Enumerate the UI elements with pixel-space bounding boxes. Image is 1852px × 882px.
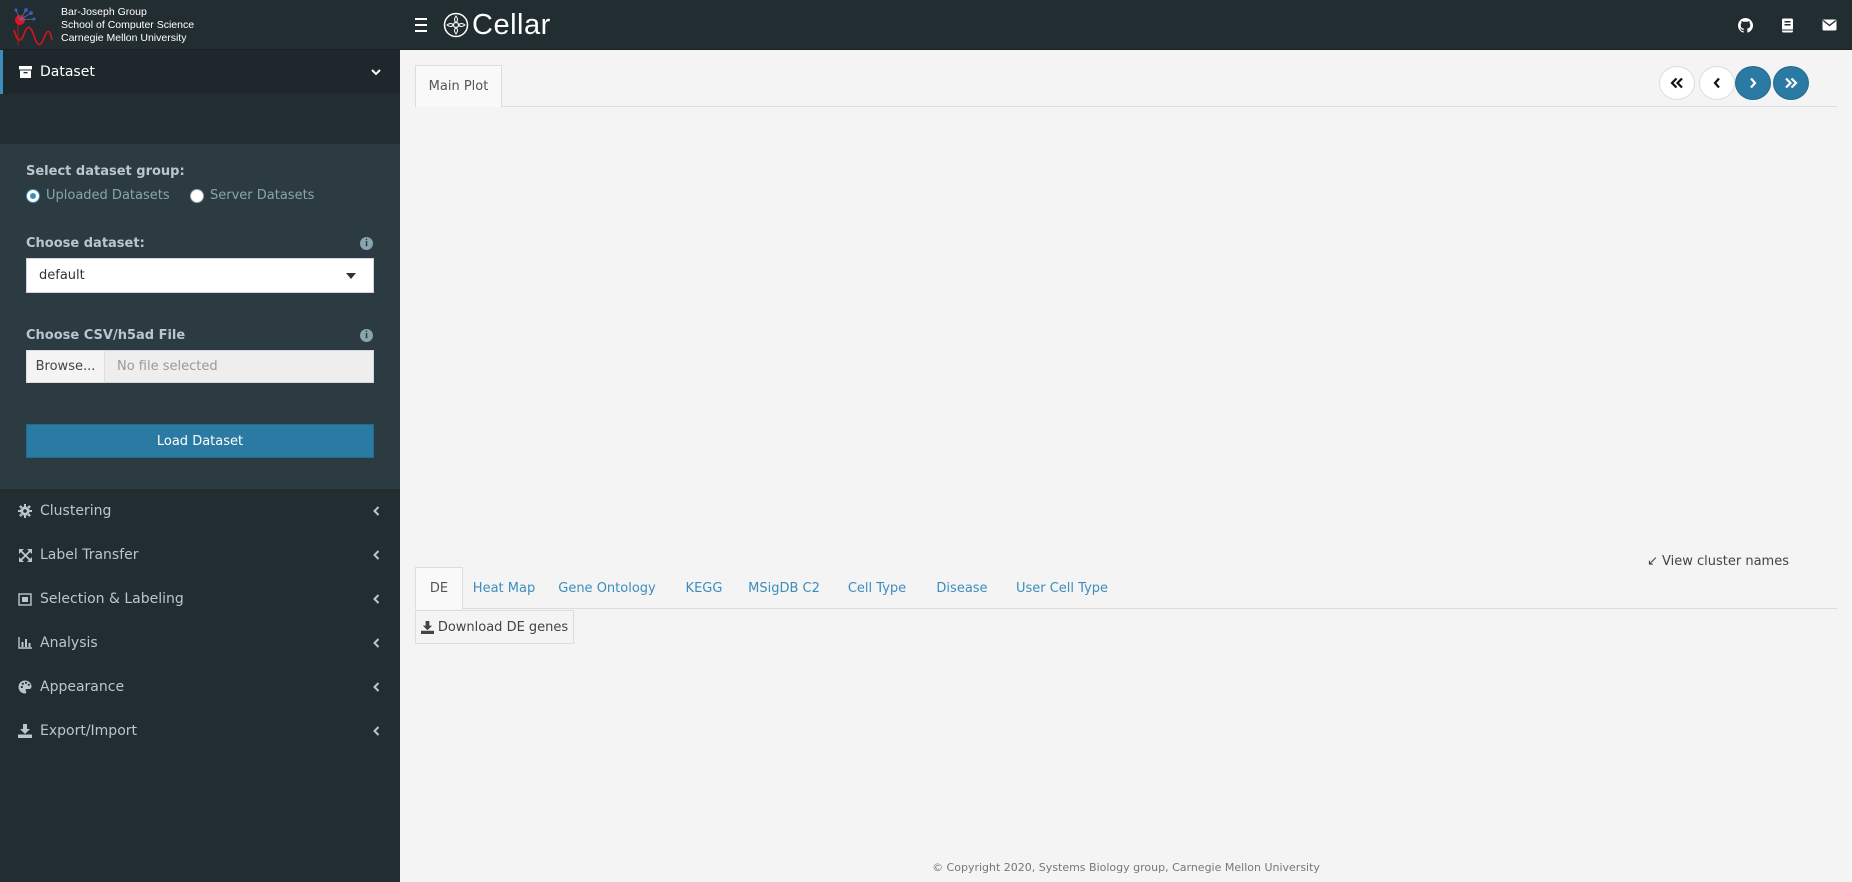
chevron-left-icon [371,636,381,650]
browse-button[interactable]: Browse... [26,350,105,383]
main-content: Main Plot ↙ View cluster names DE Heat M… [400,50,1852,882]
choose-dataset-label: Choose dataset: [26,236,145,251]
palette-icon [18,680,32,694]
chevron-left-icon [371,504,381,518]
chevron-left-icon [371,548,381,562]
sidebar-item-dataset[interactable]: Dataset [0,50,400,94]
sidebar-item-label: Analysis [40,635,98,651]
choose-file-label: Choose CSV/h5ad File [26,328,186,343]
chevron-left-icon [371,724,381,738]
app-title-text: Cellar [472,8,551,41]
radio-checked-icon [26,188,40,203]
lab-logo-icon [13,8,53,46]
sidebar-item-label: Clustering [40,503,112,519]
cellar-logo-icon [443,12,469,38]
chevron-left-icon [1713,77,1720,89]
tab-kegg[interactable]: KEGG [680,567,728,609]
brand-line-1: Bar-Joseph Group [61,6,147,18]
file-input-group: Browse... No file selected [26,350,374,383]
envelope-icon[interactable] [1819,15,1839,35]
last-page-button[interactable] [1773,66,1809,100]
dataset-select-value: default [39,268,85,283]
object-select-icon [18,592,32,606]
radio-unchecked-icon [190,188,204,203]
tab-de[interactable]: DE [415,567,463,609]
tab-divider [463,608,1837,609]
tab-disease[interactable]: Disease [930,567,994,609]
file-name-field[interactable]: No file selected [105,350,374,383]
chevron-down-icon [371,65,381,79]
menu-icon[interactable] [412,14,430,36]
tab-cell-type[interactable]: Cell Type [840,567,914,609]
tab-divider [502,106,1837,107]
radio-server-datasets[interactable]: Server Datasets [190,188,314,203]
tab-main-plot[interactable]: Main Plot [415,65,502,107]
dataset-panel: Select dataset group: Uploaded Datasets … [0,144,400,489]
sidebar-item-label: Selection & Labeling [40,591,184,607]
archive-icon [18,65,32,79]
radio-uploaded-label: Uploaded Datasets [46,188,170,203]
load-dataset-button[interactable]: Load Dataset [26,424,374,458]
tab-msigdb-c2[interactable]: MSigDB C2 [744,567,824,609]
radio-server-label: Server Datasets [210,188,315,203]
download-de-genes-label: Download DE genes [437,619,569,635]
download-de-genes-button[interactable]: Download DE genes [415,610,574,644]
top-header: Bar-Joseph Group School of Computer Scie… [0,0,1852,50]
brand-text: Bar-Joseph Group School of Computer Scie… [61,6,194,45]
chevron-right-icon [1750,77,1757,89]
tab-gene-ontology[interactable]: Gene Ontology [554,567,660,609]
next-button[interactable] [1735,66,1771,100]
app-title[interactable]: Cellar [443,8,551,42]
brand-line-2: School of Computer Science [61,19,195,31]
view-cluster-names-toggle[interactable]: ↙ View cluster names [1647,554,1789,569]
tab-user-cell-type[interactable]: User Cell Type [1010,567,1114,609]
info-icon[interactable]: i [360,329,373,342]
sidebar-item-clustering[interactable]: Clustering [0,489,400,533]
sidebar-item-export-import[interactable]: Export/Import [0,709,400,753]
sidebar-item-label: Export/Import [40,723,138,739]
sidebar-item-selection-labeling[interactable]: Selection & Labeling [0,577,400,621]
double-chevron-right-icon [1785,77,1798,89]
sidebar-item-appearance[interactable]: Appearance [0,665,400,709]
tab-heat-map[interactable]: Heat Map [466,567,542,609]
gear-icon [18,504,32,518]
radio-uploaded-datasets[interactable]: Uploaded Datasets [26,188,170,203]
sidebar-item-label: Appearance [40,679,125,695]
previous-button[interactable] [1699,66,1735,100]
double-chevron-left-icon [1670,77,1683,89]
brand-line-3: Carnegie Mellon University [61,32,187,44]
download-icon [420,620,434,634]
sidebar-item-label: Dataset [40,64,95,80]
chevron-left-icon [371,680,381,694]
book-icon[interactable] [1777,15,1797,35]
expand-arrows-icon [18,548,32,562]
dataset-group-label: Select dataset group: [26,164,185,179]
sidebar-item-analysis[interactable]: Analysis [0,621,400,665]
chevron-left-icon [371,592,381,606]
info-icon[interactable]: i [360,237,373,250]
brand[interactable]: Bar-Joseph Group School of Computer Scie… [0,0,400,50]
caret-down-icon [346,273,356,279]
bar-chart-icon [18,636,32,650]
sidebar-item-label: Label Transfer [40,547,139,563]
dataset-select[interactable]: default [26,258,374,293]
first-page-button[interactable] [1659,66,1695,100]
download-icon [18,724,32,738]
sidebar: Dataset Select dataset group: Uploaded D… [0,50,400,882]
github-icon[interactable] [1735,15,1755,35]
footer-copyright: © Copyright 2020, Systems Biology group,… [932,861,1320,874]
sidebar-item-label-transfer[interactable]: Label Transfer [0,533,400,577]
